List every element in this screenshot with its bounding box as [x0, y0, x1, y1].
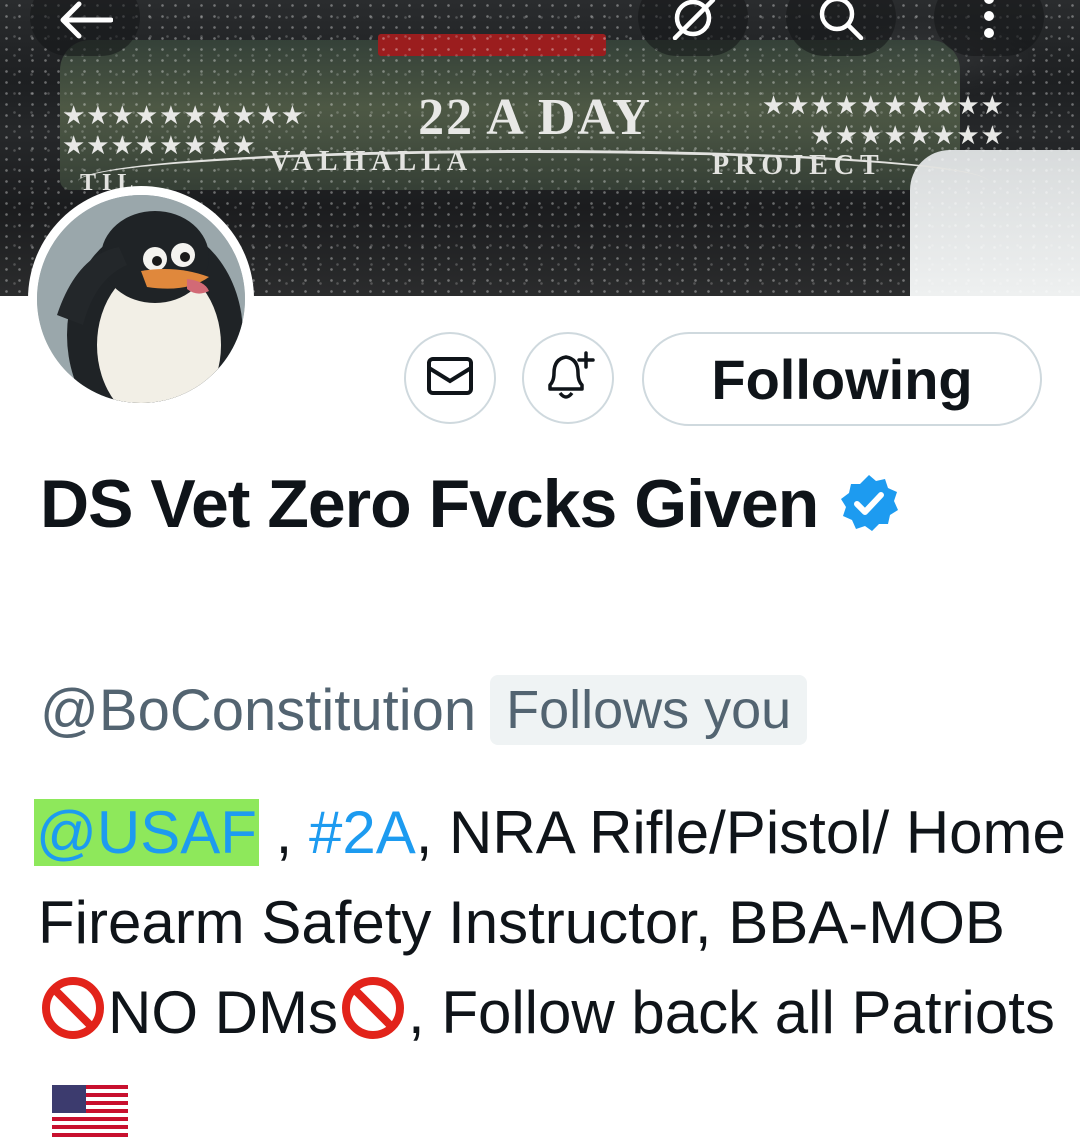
mail-icon: [426, 356, 474, 401]
grok-button[interactable]: [638, 0, 748, 56]
bio-hashtag-link[interactable]: #2A: [309, 799, 416, 866]
bio-no-dms: NO DMs: [108, 979, 338, 1046]
back-button[interactable]: [30, 0, 140, 56]
profile-screen: ★★★★★★★★★★ ★★★★★★★★ ★★★★★★★★★★ ★★★★★★★★ 22…: [0, 0, 1080, 1148]
avatar[interactable]: [28, 186, 254, 412]
banner-decal-right: PROJECT: [712, 150, 885, 181]
user-handle: @BoConstitution: [40, 677, 477, 743]
us-flag-icon: [52, 1072, 128, 1148]
grok-icon: [667, 0, 719, 40]
banner-stars-right: ★★★★★★★★★★ ★★★★★★★★: [761, 90, 1005, 150]
follows-you-badge: Follows you: [490, 675, 808, 745]
more-button[interactable]: [934, 0, 1044, 56]
following-button[interactable]: Following: [642, 332, 1042, 426]
handle-row: @BoConstitution Follows you: [40, 668, 808, 752]
back-arrow-icon: [57, 0, 113, 40]
banner-decal-title: 22 A DAY: [418, 89, 652, 146]
bio-separator: ,: [258, 799, 309, 866]
bell-plus-icon: [540, 349, 596, 408]
notify-button[interactable]: [522, 332, 614, 424]
bio-text-2: , Follow back all Patriots: [407, 979, 1055, 1046]
avatar-image: [37, 195, 245, 403]
prohibited-icon: [40, 975, 106, 1066]
prohibited-icon: [340, 975, 406, 1066]
message-button[interactable]: [404, 332, 496, 424]
verified-badge-icon[interactable]: [838, 470, 900, 554]
display-name-text: DS Vet Zero Fvcks Given: [40, 466, 819, 542]
banner-decal-left: VALHALLA: [270, 146, 474, 177]
search-button[interactable]: [786, 0, 896, 56]
display-name: DS Vet Zero Fvcks Given: [40, 462, 1040, 554]
bio-mention-link[interactable]: @USAF: [34, 799, 259, 866]
search-icon: [815, 0, 867, 40]
profile-bio: @USAF , #2A, NRA Rifle/Pistol/ Home Fire…: [34, 788, 1068, 1148]
more-vertical-icon: [981, 0, 997, 40]
